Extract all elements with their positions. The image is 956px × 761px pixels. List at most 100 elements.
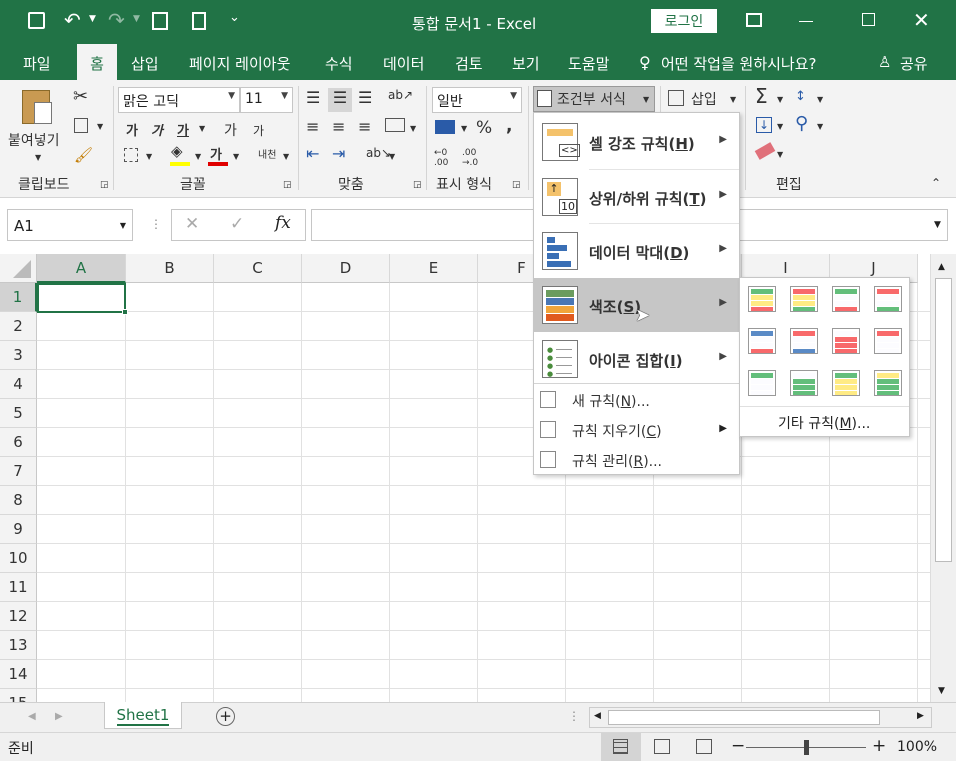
next-sheet-icon[interactable]: ▶ [55, 711, 63, 722]
accounting-format-icon[interactable] [435, 120, 455, 134]
font-color-dropdown-icon[interactable]: ▼ [233, 152, 239, 161]
sheet-tab-sheet1[interactable]: Sheet1 [104, 702, 182, 729]
format-painter-icon[interactable]: 🖌 [74, 146, 93, 164]
undo-dropdown-icon[interactable]: ▼ [89, 14, 96, 24]
find-dropdown-icon[interactable]: ▼ [817, 122, 823, 131]
hscroll-thumb[interactable] [608, 710, 880, 725]
qat-customize-icon[interactable]: ⌄ [229, 10, 240, 25]
color-scale-option[interactable] [790, 328, 818, 354]
shrink-font-button[interactable]: 가 [253, 122, 264, 139]
scroll-up-icon[interactable]: ▲ [938, 262, 945, 272]
name-box[interactable]: A1 ▼ [7, 209, 133, 241]
column-header[interactable]: E [390, 254, 478, 283]
add-sheet-icon[interactable]: + [216, 707, 235, 726]
column-header[interactable]: C [214, 254, 302, 283]
scroll-right-icon[interactable]: ▶ [917, 711, 924, 721]
find-select-icon[interactable]: ⚲ [795, 113, 808, 134]
resize-handle[interactable]: ⋮ [150, 217, 162, 231]
color-scale-option[interactable] [790, 370, 818, 396]
new-file-icon[interactable] [192, 12, 206, 30]
autosum-dropdown-icon[interactable]: ▼ [777, 95, 783, 104]
menu-item-clear-rules[interactable]: 규칙 지우기(C) ▶ [534, 415, 739, 445]
paste-dropdown-icon[interactable]: ▼ [35, 153, 41, 162]
tab-formulas[interactable]: 수식 [325, 53, 353, 74]
tell-me-search[interactable]: 어떤 작업을 원하시나요? [661, 53, 817, 74]
underline-button[interactable]: 가 [177, 120, 189, 139]
menu-item-new-rule[interactable]: 새 규칙(N)... [534, 385, 739, 415]
font-name-combo[interactable]: 맑은 고딕 ▼ [118, 87, 240, 113]
column-header[interactable]: B [126, 254, 214, 283]
tab-data[interactable]: 데이터 [383, 53, 424, 74]
sort-filter-icon[interactable]: ↕ [795, 89, 806, 104]
expand-formula-icon[interactable]: ▼ [934, 220, 941, 230]
login-button[interactable]: 로그인 [651, 9, 717, 33]
row-header[interactable]: 3 [0, 341, 37, 370]
tab-review[interactable]: 검토 [455, 53, 483, 74]
color-scale-option[interactable] [832, 286, 860, 312]
row-header[interactable]: 14 [0, 660, 37, 689]
align-top-icon[interactable]: ☰ [306, 88, 320, 107]
align-bottom-icon[interactable]: ☰ [358, 88, 372, 107]
scroll-thumb[interactable] [935, 278, 952, 562]
italic-button[interactable]: 가 [151, 120, 163, 139]
color-scale-option[interactable] [748, 370, 776, 396]
wrap-dropdown-icon[interactable]: ▼ [410, 124, 416, 133]
save-icon[interactable] [28, 12, 45, 29]
font-launcher-icon[interactable]: ◲ [283, 180, 292, 190]
phonetic-button[interactable]: 내천 [258, 146, 276, 161]
borders-icon[interactable] [124, 148, 138, 162]
menu-item-color-scales[interactable]: 색조(S) ➤ ▶ [534, 278, 739, 332]
tab-file[interactable]: 파일 [23, 53, 51, 74]
color-scale-option[interactable] [790, 286, 818, 312]
sort-dropdown-icon[interactable]: ▼ [817, 95, 823, 104]
clear-icon[interactable] [754, 142, 776, 160]
merge-dropdown-icon[interactable]: ▼ [389, 152, 395, 161]
row-header[interactable]: 11 [0, 573, 37, 602]
cut-icon[interactable]: ✂ [73, 86, 88, 107]
row-header[interactable]: 1 [0, 283, 37, 312]
insert-dropdown-icon[interactable]: ▼ [730, 95, 736, 104]
color-scale-option[interactable] [874, 328, 902, 354]
tab-help[interactable]: 도움말 [568, 53, 609, 74]
align-right-icon[interactable]: ≡ [358, 117, 371, 136]
page-break-view-icon[interactable] [696, 739, 712, 754]
row-header[interactable]: 12 [0, 602, 37, 631]
decrease-indent-icon[interactable]: ⇤ [306, 144, 319, 163]
phonetic-dropdown-icon[interactable]: ▼ [283, 152, 289, 161]
row-header[interactable]: 6 [0, 428, 37, 457]
row-header[interactable]: 2 [0, 312, 37, 341]
align-launcher-icon[interactable]: ◲ [413, 180, 422, 190]
row-header[interactable]: 10 [0, 544, 37, 573]
wrap-text-icon[interactable] [385, 118, 405, 132]
align-middle-icon[interactable]: ☰ [328, 88, 352, 112]
scroll-down-icon[interactable]: ▼ [938, 686, 945, 696]
share-button[interactable]: 공유 [900, 53, 928, 74]
copy-icon[interactable] [74, 118, 88, 133]
active-cell[interactable] [37, 283, 126, 313]
row-header[interactable]: 15 [0, 689, 37, 702]
menu-item-data-bars[interactable]: 데이터 막대(D) ▶ [534, 224, 739, 278]
clipboard-launcher-icon[interactable]: ◲ [100, 180, 109, 190]
accounting-dropdown-icon[interactable]: ▼ [461, 124, 467, 133]
lightbulb-icon[interactable]: ♀ [639, 53, 651, 72]
row-header[interactable]: 4 [0, 370, 37, 399]
underline-dropdown-icon[interactable]: ▼ [199, 124, 205, 133]
align-center-icon[interactable]: ≡ [332, 117, 345, 136]
row-header[interactable]: 5 [0, 399, 37, 428]
color-scale-option[interactable] [832, 370, 860, 396]
menu-item-top-bottom-rules[interactable]: ↑ 10 상위/하위 규칙(T) ▶ [534, 170, 739, 224]
decrease-decimal-button[interactable]: .00 →.0 [462, 148, 488, 168]
share-user-icon[interactable]: ♙ [878, 53, 891, 71]
page-layout-view-icon[interactable] [654, 739, 670, 754]
insert-cells-icon[interactable] [668, 90, 684, 106]
prev-sheet-icon[interactable]: ◀ [28, 711, 36, 722]
color-scale-option[interactable] [832, 328, 860, 354]
merge-center-icon[interactable]: ab↘ [366, 146, 391, 160]
tab-split-handle[interactable]: ⋮ [568, 709, 580, 723]
tab-insert[interactable]: 삽입 [131, 53, 159, 74]
tab-page-layout[interactable]: 페이지 레이아웃 [189, 53, 290, 74]
row-header[interactable]: 9 [0, 515, 37, 544]
fill-icon[interactable]: ↓ [756, 117, 772, 133]
row-header[interactable]: 7 [0, 457, 37, 486]
tab-view[interactable]: 보기 [512, 53, 540, 74]
